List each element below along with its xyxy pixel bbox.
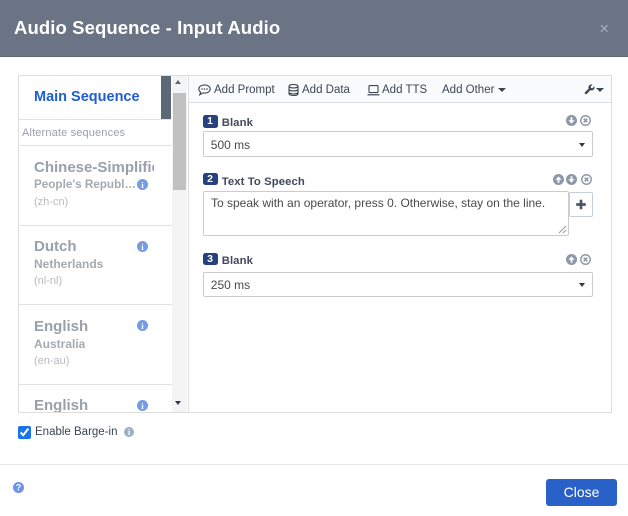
- svg-text:?: ?: [16, 483, 22, 493]
